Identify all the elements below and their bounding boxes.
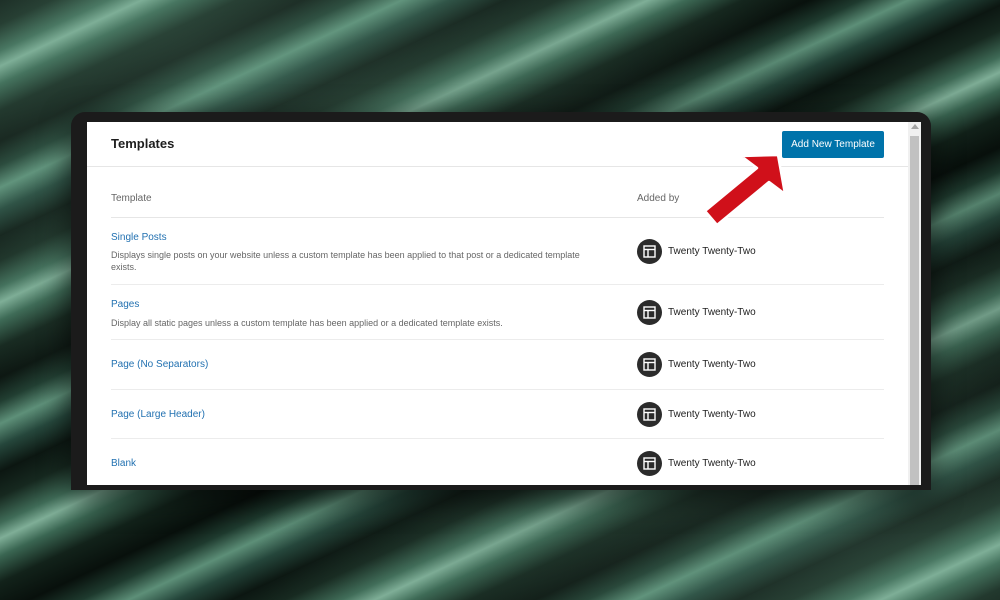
template-description: Display all static pages unless a custom… [111, 318, 503, 328]
scroll-up-arrow-icon[interactable] [911, 124, 919, 129]
table-row: Blank Twenty Twenty-Two [111, 439, 884, 485]
added-by: Twenty Twenty-Two [637, 402, 756, 427]
scrollbar-thumb[interactable] [910, 136, 919, 485]
template-title-link[interactable]: Page (Large Header) [111, 409, 205, 420]
theme-name: Twenty Twenty-Two [668, 246, 756, 257]
template-title-link[interactable]: Blank [111, 458, 136, 469]
theme-name: Twenty Twenty-Two [668, 359, 756, 370]
theme-name: Twenty Twenty-Two [668, 307, 756, 318]
template-title-link[interactable]: Single Posts [111, 232, 167, 243]
layout-template-icon [637, 451, 662, 476]
template-description: Displays single posts on your website un… [111, 250, 580, 272]
table-row: Page (No Separators) Twenty Twenty-Two [111, 340, 884, 390]
red-arrow-icon [703, 153, 787, 227]
table-row: Pages Display all static pages unless a … [111, 285, 884, 340]
layout-template-icon [637, 239, 662, 264]
vertical-scrollbar[interactable] [908, 122, 921, 485]
theme-name: Twenty Twenty-Two [668, 458, 756, 469]
theme-name: Twenty Twenty-Two [668, 409, 756, 420]
added-by: Twenty Twenty-Two [637, 352, 756, 377]
layout-template-icon [637, 352, 662, 377]
column-header-template: Template [111, 193, 152, 204]
layout-template-icon [637, 402, 662, 427]
layout-template-icon [637, 300, 662, 325]
template-title-link[interactable]: Pages [111, 299, 139, 310]
template-title-link[interactable]: Page (No Separators) [111, 359, 208, 370]
column-header-added-by: Added by [637, 193, 680, 204]
added-by: Twenty Twenty-Two [637, 239, 756, 264]
added-by: Twenty Twenty-Two [637, 300, 756, 325]
page-title: Templates [111, 136, 175, 151]
table-row: Page (Large Header) Twenty Twenty-Two [111, 390, 884, 439]
added-by: Twenty Twenty-Two [637, 451, 756, 476]
